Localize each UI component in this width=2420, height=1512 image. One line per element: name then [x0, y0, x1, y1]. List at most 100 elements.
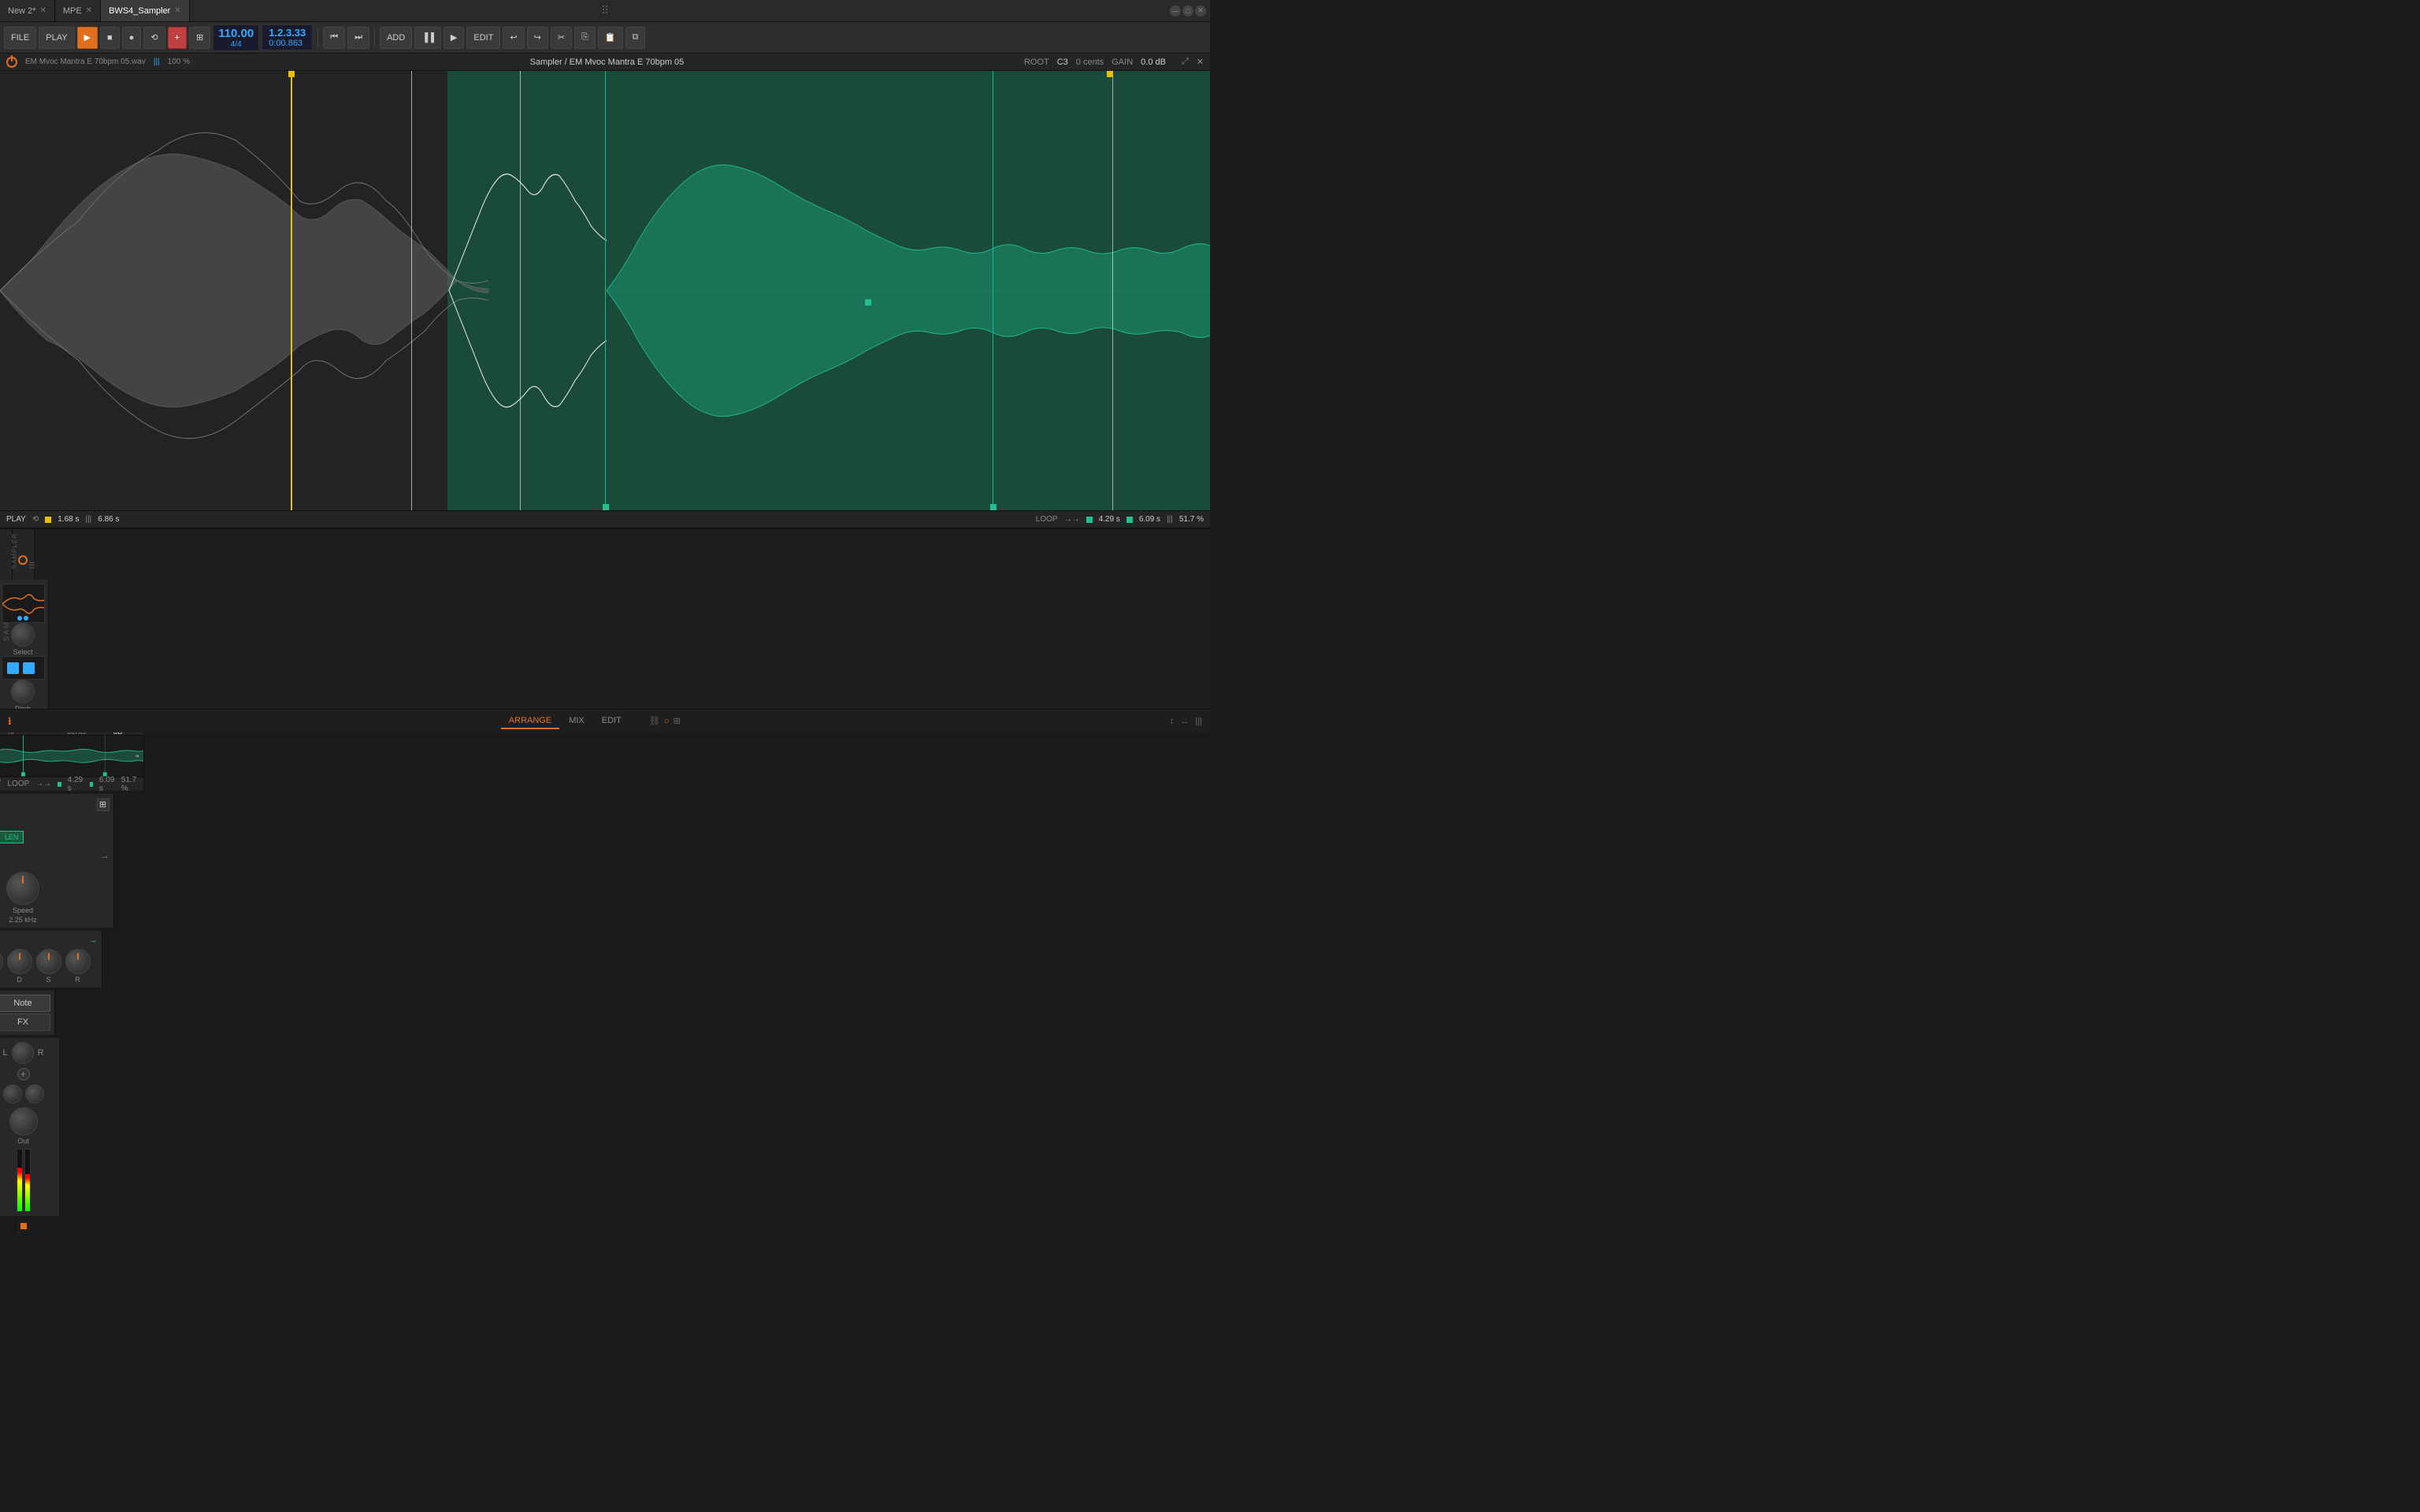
link-icon[interactable]: → — [101, 851, 109, 864]
total-len[interactable]: 6.86 s — [98, 515, 119, 524]
power-btn-small[interactable] — [18, 555, 28, 565]
tab-mpe-close[interactable]: ✕ — [86, 6, 92, 15]
loop-end-time[interactable]: 6.09 s — [1139, 515, 1160, 524]
loop-transport-button[interactable]: ⟲ — [143, 27, 165, 49]
undo-button[interactable]: ↩ — [503, 27, 524, 49]
add-button[interactable]: ADD — [380, 27, 412, 49]
start-marker[interactable] — [291, 71, 292, 510]
bounce-icon[interactable]: ⟲ — [32, 515, 39, 524]
tab-new2[interactable]: New 2* ✕ — [0, 0, 55, 21]
grid-icon[interactable]: ⊞ — [97, 799, 109, 811]
sustain-control: S — [36, 949, 61, 984]
close-sampler-icon[interactable]: ✕ — [1197, 57, 1204, 67]
tab-mpe[interactable]: MPE ✕ — [55, 0, 101, 21]
edit-button[interactable]: EDIT — [466, 27, 500, 49]
waveform-display[interactable] — [0, 71, 1210, 510]
decay-knob[interactable] — [7, 949, 32, 974]
status-btn-2[interactable]: ↔ — [1180, 717, 1189, 726]
status-btn-3[interactable]: ||| — [1195, 717, 1202, 726]
release-knob[interactable] — [65, 949, 91, 974]
len-mode-btn[interactable]: LEN — [0, 831, 24, 843]
record-button[interactable]: ● — [122, 27, 142, 49]
edit-status-tab[interactable]: EDIT — [594, 713, 629, 729]
region-end-marker[interactable] — [520, 71, 521, 510]
settings-icon[interactable]: ☰ — [28, 533, 36, 569]
power-icon[interactable] — [6, 57, 17, 68]
cut-button[interactable]: ✂ — [551, 27, 572, 49]
redo-button[interactable]: ↪ — [527, 27, 548, 49]
end-marker-handle[interactable] — [1107, 71, 1113, 77]
end-marker[interactable] — [1112, 71, 1113, 510]
gain-value[interactable]: 0.0 dB — [1141, 57, 1166, 67]
rewind-button[interactable]: ⏮ — [323, 27, 345, 49]
duplicate-button[interactable]: ⧉ — [625, 27, 646, 49]
pitch-knob[interactable] — [11, 680, 35, 703]
zoom-level[interactable]: 100 % — [168, 57, 190, 66]
loop-start-handle[interactable] — [603, 504, 609, 510]
close-button[interactable]: ✕ — [1195, 6, 1206, 17]
plus-icon: + — [175, 33, 180, 43]
play-indicator[interactable]: PLAY — [6, 515, 26, 524]
loop-start-marker[interactable] — [605, 71, 606, 510]
mini-thumbnail — [2, 584, 45, 623]
region-start-marker[interactable] — [411, 71, 412, 510]
mini-total-len[interactable]: 6.86 s — [0, 776, 1, 793]
loop-start-time[interactable]: 4.29 s — [1099, 515, 1120, 524]
mini-loop-end[interactable]: 6.09 s — [99, 776, 115, 793]
start-marker-handle[interactable] — [288, 71, 295, 77]
select-knob[interactable] — [11, 623, 35, 647]
maximize-button[interactable]: □ — [1182, 6, 1193, 17]
info-icon[interactable]: ℹ — [8, 716, 12, 727]
speed-knob[interactable] — [6, 872, 39, 905]
file-button[interactable]: FILE — [4, 27, 36, 49]
add-button-small[interactable]: + — [17, 1068, 30, 1080]
root-cents[interactable]: 0 cents — [1076, 57, 1104, 67]
expand-icon[interactable]: ⤢ — [1182, 57, 1189, 67]
stop-button[interactable]: ■ — [100, 27, 120, 49]
play-button[interactable]: PLAY — [39, 27, 74, 49]
position-time[interactable]: 0:00.863 — [269, 39, 306, 48]
note-button[interactable]: Note — [0, 995, 50, 1012]
mini-wf-canvas[interactable] — [0, 736, 143, 776]
out-knob[interactable] — [9, 1107, 38, 1136]
loop-end-handle[interactable] — [990, 504, 997, 510]
mini-loop-pct[interactable]: 51.7 % — [121, 776, 139, 793]
arrange-tab[interactable]: ARRANGE — [501, 713, 559, 729]
transport-play-button[interactable]: ▶ — [77, 27, 98, 49]
play2-button[interactable]: ▶ — [444, 27, 464, 49]
question-knob[interactable] — [3, 1084, 22, 1103]
clip-launch-button[interactable]: ⊞ — [189, 27, 210, 49]
forward-button[interactable]: ⏭ — [347, 27, 369, 49]
tempo-display[interactable]: 110.00 — [218, 27, 254, 40]
copy-button[interactable]: ⎘ — [574, 27, 596, 49]
minimize-button[interactable]: — — [1170, 6, 1181, 17]
chain-icon[interactable]: ○ — [664, 717, 670, 726]
fx-button[interactable]: FX — [0, 1014, 50, 1031]
loop-point-marker[interactable] — [865, 299, 871, 306]
speaker-knob[interactable] — [25, 1084, 44, 1103]
sustain-knob[interactable] — [36, 949, 61, 974]
loop-end-sq — [1126, 517, 1133, 523]
ruler-icon: ||| — [85, 515, 91, 524]
l-label: L — [2, 1048, 7, 1058]
root-value[interactable]: C3 — [1057, 57, 1068, 67]
hold-knob[interactable] — [0, 949, 3, 974]
mini-loop-start[interactable]: 4.29 s — [68, 776, 84, 793]
play-pos[interactable]: 1.68 s — [58, 515, 79, 524]
ahdsr-link[interactable]: → — [89, 936, 98, 945]
position-bars[interactable]: 1.2.3.33 — [269, 27, 306, 39]
arrange-label: ARRANGE — [509, 716, 551, 725]
mix-tab[interactable]: MIX — [561, 713, 592, 729]
out-panel: L R + Out — [0, 1038, 59, 1216]
link-status-icon[interactable]: ⛓ — [649, 716, 660, 726]
grid-status-icon[interactable]: ⊞ — [673, 716, 680, 726]
loop-pct[interactable]: 51.7 % — [1179, 515, 1204, 524]
meter-button[interactable]: ▐▐ — [414, 27, 441, 49]
tab-bws4-close[interactable]: ✕ — [174, 6, 180, 15]
status-btn-1[interactable]: ↕ — [1170, 717, 1175, 726]
pan-knob[interactable] — [12, 1042, 34, 1064]
add-track-button[interactable]: + — [168, 27, 187, 49]
paste-button[interactable]: 📋 — [598, 27, 623, 49]
tab-new2-close[interactable]: ✕ — [39, 6, 46, 15]
tab-bws4[interactable]: BWS4_Sampler ✕ — [101, 0, 190, 21]
